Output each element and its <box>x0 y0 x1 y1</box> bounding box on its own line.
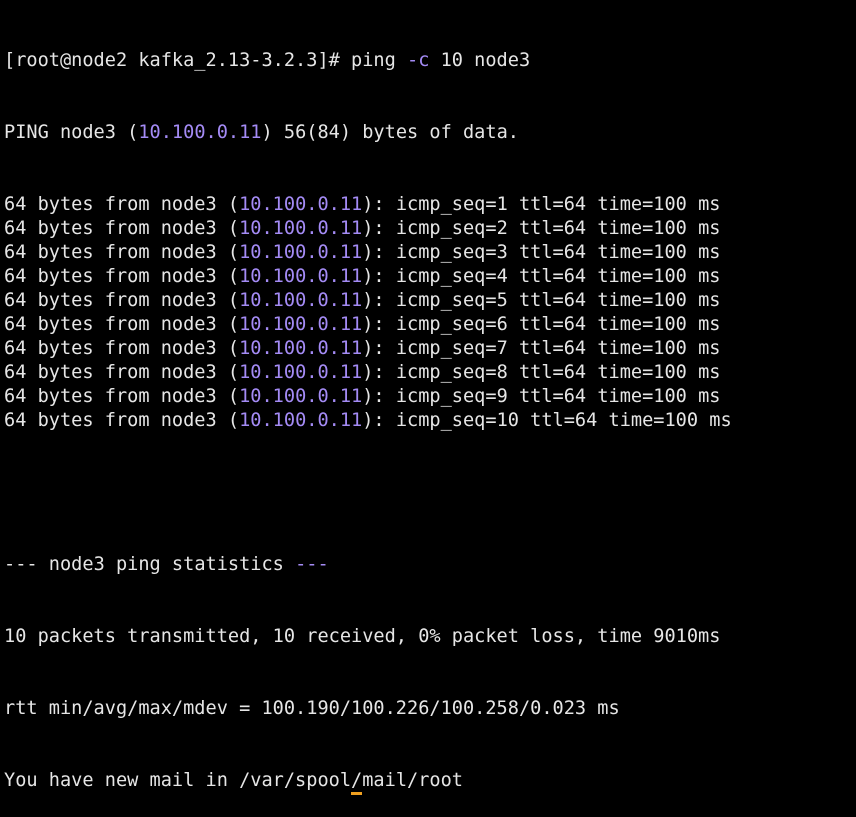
mail-notice: You have new mail in /var/spool/mail/roo… <box>4 769 854 795</box>
reply-ip: 10.100.0.11 <box>239 290 363 311</box>
reply-prefix: 64 bytes from node3 ( <box>4 218 240 239</box>
mail-notice-start: You have new mail in /var/spool <box>4 770 352 791</box>
header-suffix: ) 56(84) bytes of data. <box>261 122 519 143</box>
mail-notice-end: mail/root <box>362 770 463 791</box>
ping-reply-line: 64 bytes from node3 (10.100.0.11): icmp_… <box>4 313 854 337</box>
reply-suffix: ): icmp_seq=6 ttl=64 time=100 ms <box>362 314 721 335</box>
reply-prefix: 64 bytes from node3 ( <box>4 362 240 383</box>
reply-ip: 10.100.0.11 <box>239 338 363 359</box>
ping-reply-line: 64 bytes from node3 (10.100.0.11): icmp_… <box>4 337 854 361</box>
ping-reply-line: 64 bytes from node3 (10.100.0.11): icmp_… <box>4 193 854 217</box>
reply-ip: 10.100.0.11 <box>239 218 363 239</box>
command-flag: -c <box>407 50 430 71</box>
reply-suffix: ): icmp_seq=4 ttl=64 time=100 ms <box>362 266 721 287</box>
ping-header-line: PING node3 (10.100.0.11) 56(84) bytes of… <box>4 121 854 145</box>
reply-suffix: ): icmp_seq=3 ttl=64 time=100 ms <box>362 242 721 263</box>
reply-ip: 10.100.0.11 <box>239 362 363 383</box>
reply-prefix: 64 bytes from node3 ( <box>4 338 240 359</box>
command-line: [root@node2 kafka_2.13-3.2.3]# ping -c 1… <box>4 49 854 73</box>
terminal-cursor: / <box>351 770 363 795</box>
stats-dashes-right: --- <box>295 554 329 575</box>
reply-ip: 10.100.0.11 <box>239 242 363 263</box>
ping-reply-line: 64 bytes from node3 (10.100.0.11): icmp_… <box>4 265 854 289</box>
reply-prefix: 64 bytes from node3 ( <box>4 386 240 407</box>
reply-suffix: ): icmp_seq=5 ttl=64 time=100 ms <box>362 290 721 311</box>
stats-dashes-left: --- <box>4 554 38 575</box>
reply-ip: 10.100.0.11 <box>239 266 363 287</box>
ping-reply-line: 64 bytes from node3 (10.100.0.11): icmp_… <box>4 217 854 241</box>
command-args: 10 node3 <box>429 50 531 71</box>
reply-prefix: 64 bytes from node3 ( <box>4 266 240 287</box>
reply-ip: 10.100.0.11 <box>239 410 363 431</box>
reply-prefix: 64 bytes from node3 ( <box>4 242 240 263</box>
reply-suffix: ): icmp_seq=9 ttl=64 time=100 ms <box>362 386 721 407</box>
reply-prefix: 64 bytes from node3 ( <box>4 410 240 431</box>
reply-suffix: ): icmp_seq=2 ttl=64 time=100 ms <box>362 218 721 239</box>
reply-suffix: ): icmp_seq=8 ttl=64 time=100 ms <box>362 362 721 383</box>
reply-prefix: 64 bytes from node3 ( <box>4 290 240 311</box>
stats-title: node3 ping statistics <box>37 554 296 575</box>
reply-prefix: 64 bytes from node3 ( <box>4 314 240 335</box>
statistics-header: --- node3 ping statistics --- <box>4 553 854 577</box>
reply-suffix: ): icmp_seq=10 ttl=64 time=100 ms <box>362 410 732 431</box>
terminal-output[interactable]: [root@node2 kafka_2.13-3.2.3]# ping -c 1… <box>4 1 854 817</box>
reply-ip: 10.100.0.11 <box>239 314 363 335</box>
packets-summary: 10 packets transmitted, 10 received, 0% … <box>4 626 721 647</box>
ping-reply-line: 64 bytes from node3 (10.100.0.11): icmp_… <box>4 385 854 409</box>
reply-ip: 10.100.0.11 <box>239 194 363 215</box>
reply-suffix: ): icmp_seq=1 ttl=64 time=100 ms <box>362 194 721 215</box>
ping-reply-line: 64 bytes from node3 (10.100.0.11): icmp_… <box>4 289 854 313</box>
reply-list: 64 bytes from node3 (10.100.0.11): icmp_… <box>4 193 854 433</box>
rtt-summary: rtt min/avg/max/mdev = 100.190/100.226/1… <box>4 698 620 719</box>
ping-reply-line: 64 bytes from node3 (10.100.0.11): icmp_… <box>4 361 854 385</box>
header-prefix: PING node3 ( <box>4 122 139 143</box>
ping-reply-line: 64 bytes from node3 (10.100.0.11): icmp_… <box>4 241 854 265</box>
reply-prefix: 64 bytes from node3 ( <box>4 194 240 215</box>
reply-suffix: ): icmp_seq=7 ttl=64 time=100 ms <box>362 338 721 359</box>
target-ip: 10.100.0.11 <box>138 122 262 143</box>
reply-ip: 10.100.0.11 <box>239 386 363 407</box>
prompt-text: [root@node2 kafka_2.13-3.2.3]# ping <box>4 50 407 71</box>
